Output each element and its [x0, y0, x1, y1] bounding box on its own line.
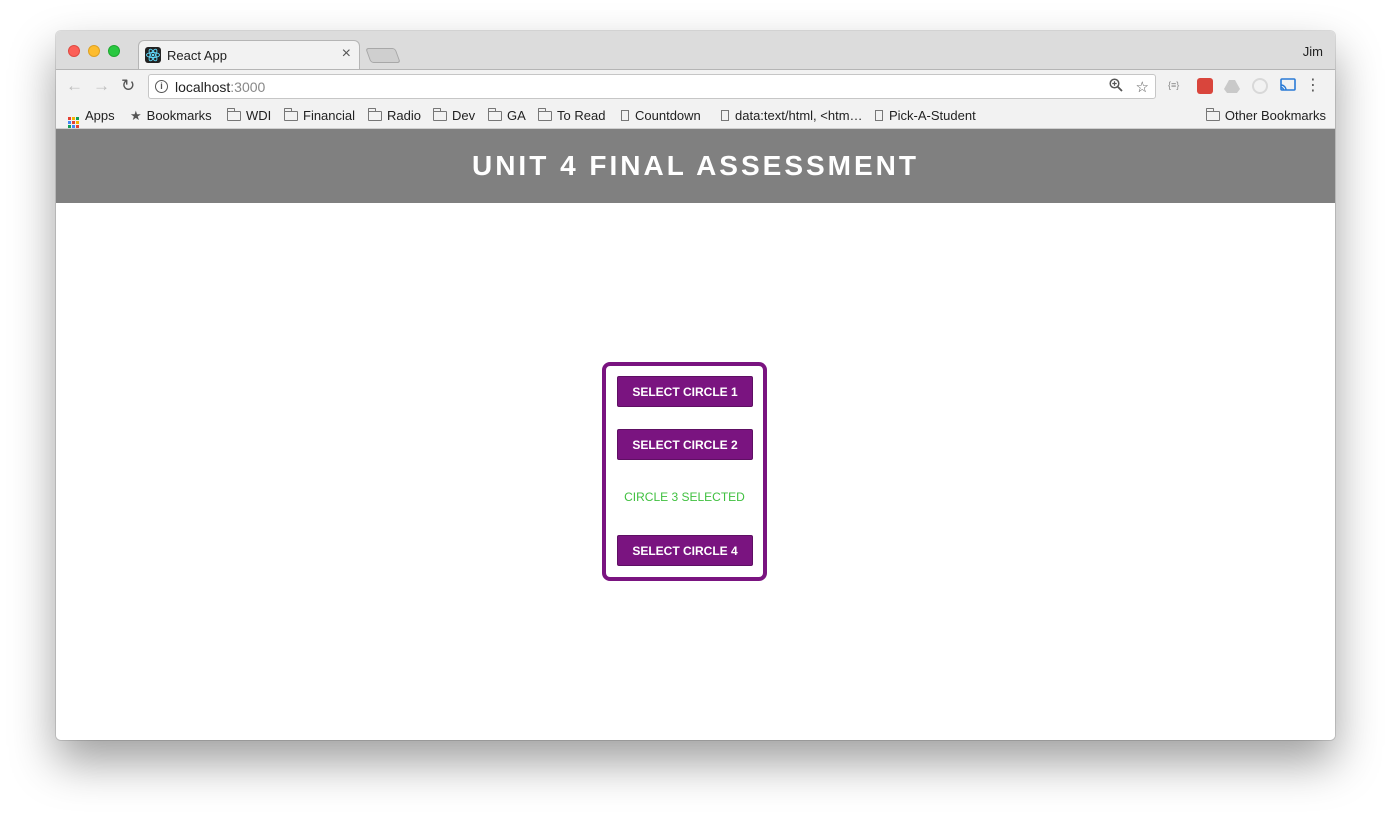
maximize-window-button[interactable] — [108, 45, 120, 57]
folder-icon — [1205, 108, 1220, 121]
bookmark-folder-financial[interactable]: Financial — [284, 108, 355, 123]
bookmarks-bar: Apps ★ Bookmarks WDI Financial Radio Dev … — [56, 103, 1335, 129]
browser-window: React App × Jim ← → ↻ i localhost:3000 ☆… — [56, 31, 1335, 740]
tab-title: React App — [167, 48, 227, 63]
drive-icon[interactable] — [1224, 80, 1240, 96]
close-icon[interactable]: × — [342, 45, 351, 63]
bookmark-label: Other Bookmarks — [1224, 108, 1326, 123]
reload-icon[interactable]: ↻ — [121, 76, 135, 96]
cast-icon[interactable] — [1280, 78, 1296, 94]
select-circle-1-button[interactable]: Select Circle 1 — [617, 376, 753, 407]
page-icon — [875, 110, 883, 121]
bookmark-folder-radio[interactable]: Radio — [368, 108, 421, 123]
star-filled-icon: ★ — [130, 108, 142, 123]
info-icon[interactable]: i — [155, 80, 168, 93]
bookmark-label: WDI — [246, 108, 272, 123]
bookmark-folder-ga[interactable]: GA — [488, 108, 526, 123]
bookmark-label: To Read — [557, 108, 606, 123]
url-host: localhost — [175, 79, 231, 95]
back-arrow-icon[interactable]: ← — [66, 76, 83, 96]
select-circle-2-button[interactable]: Select Circle 2 — [617, 429, 753, 460]
profile-name[interactable]: Jim — [1303, 44, 1323, 59]
minimize-window-button[interactable] — [88, 45, 100, 57]
zoom-icon[interactable] — [1109, 78, 1123, 96]
bookmark-bookmarks[interactable]: ★ Bookmarks — [130, 108, 212, 124]
url-text[interactable]: localhost:3000 — [175, 79, 265, 95]
close-window-button[interactable] — [68, 45, 80, 57]
circle-3-selected-status: CIRCLE 3 SELECTED — [624, 490, 745, 504]
address-bar[interactable]: i localhost:3000 ☆ — [148, 74, 1156, 99]
bookmark-label: Bookmarks — [146, 108, 212, 123]
menu-icon[interactable]: ⋮ — [1305, 75, 1321, 95]
folder-icon — [488, 108, 502, 121]
bookmark-data-url[interactable]: data:text/html, <htm… — [721, 108, 863, 123]
folder-icon — [433, 108, 447, 121]
page-title: UNIT 4 FINAL ASSESSMENT — [471, 150, 920, 181]
apps-grid-icon — [68, 117, 79, 128]
bookmark-apps[interactable]: Apps — [68, 108, 115, 128]
bookmark-pick-a-student[interactable]: Pick-A-Student — [875, 108, 976, 123]
forward-arrow-icon[interactable]: → — [93, 76, 110, 96]
json-viewer-icon[interactable]: {≡} — [1168, 80, 1184, 96]
bookmark-label: Countdown — [635, 108, 701, 123]
bookmark-label: data:text/html, <htm… — [735, 108, 863, 123]
page-icon — [621, 110, 629, 121]
folder-icon — [368, 108, 382, 121]
browser-toolbar: ← → ↻ i localhost:3000 ☆ {≡} ⋮ — [56, 69, 1335, 103]
bookmark-folder-wdi[interactable]: WDI — [227, 108, 271, 123]
bookmark-label: Apps — [85, 108, 115, 123]
react-icon — [145, 47, 161, 63]
folder-icon — [538, 108, 552, 121]
folder-icon — [227, 108, 241, 121]
bookmark-folder-to-read[interactable]: To Read — [538, 108, 605, 123]
bookmark-label: Radio — [387, 108, 421, 123]
circle-selector-panel: Select Circle 1 Select Circle 2 CIRCLE 3… — [602, 362, 767, 581]
extension-circle-icon[interactable] — [1252, 78, 1268, 94]
bookmark-label: Dev — [452, 108, 476, 123]
new-tab-button[interactable] — [365, 48, 401, 63]
star-icon[interactable]: ☆ — [1136, 78, 1149, 96]
tab-react-app[interactable]: React App × — [138, 40, 360, 69]
page-content: UNIT 4 FINAL ASSESSMENT Select Circle 1 … — [56, 129, 1335, 740]
bookmark-label: GA — [507, 108, 526, 123]
bookmark-label: Financial — [303, 108, 356, 123]
page-icon — [721, 110, 729, 121]
bookmark-countdown[interactable]: Countdown — [621, 108, 701, 123]
bookmark-folder-dev[interactable]: Dev — [433, 108, 475, 123]
url-port: :3000 — [230, 79, 266, 95]
bookmark-folder-other[interactable]: Other Bookmarks — [1205, 108, 1326, 123]
bookmark-label: Pick-A-Student — [889, 108, 976, 123]
extension-red-icon[interactable] — [1197, 78, 1213, 94]
select-circle-4-button[interactable]: Select Circle 4 — [617, 535, 753, 566]
tab-strip: React App × Jim — [56, 31, 1335, 69]
page-header: UNIT 4 FINAL ASSESSMENT — [56, 129, 1335, 203]
folder-icon — [284, 108, 298, 121]
